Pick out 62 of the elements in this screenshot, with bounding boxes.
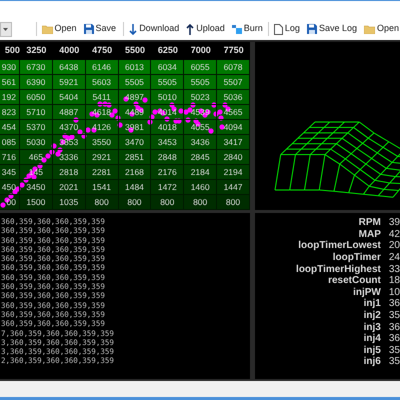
toolbar-button[interactable]: Open bbox=[40, 22, 78, 36]
toolbar-button[interactable]: Save Log bbox=[306, 22, 358, 36]
toolbar-button[interactable]: Burn bbox=[230, 22, 264, 36]
dropdown[interactable] bbox=[0, 22, 12, 36]
caret-icon bbox=[3, 28, 8, 30]
table-cell: 1035 bbox=[52, 195, 86, 210]
table-cell: 800 bbox=[118, 195, 152, 210]
toolbar-button[interactable]: Upload bbox=[185, 22, 226, 36]
reading-label: loopTimerHighest bbox=[295, 262, 382, 276]
reading-value: 35 bbox=[388, 355, 400, 370]
reading-value: 36 bbox=[388, 332, 400, 346]
reading-label: injPW bbox=[352, 286, 382, 298]
column-header: 7750 bbox=[222, 44, 245, 58]
reading-label: inj6 bbox=[362, 356, 382, 370]
reading-label: RPM bbox=[358, 216, 382, 230]
table-cell: 800 bbox=[86, 195, 119, 210]
down-arrow-icon bbox=[129, 24, 138, 34]
toolbar-button[interactable]: Open bbox=[362, 22, 400, 36]
reading-value: 36 bbox=[388, 320, 400, 334]
reading-value: 35 bbox=[388, 309, 400, 323]
up-arrow-icon bbox=[186, 24, 194, 34]
data-point bbox=[219, 124, 225, 130]
data-point bbox=[123, 96, 129, 102]
reading-value: 42 bbox=[388, 228, 400, 241]
data-point bbox=[185, 117, 191, 123]
reading-label: loopTimer bbox=[332, 251, 382, 264]
data-point bbox=[208, 128, 214, 134]
reading-label: inj4 bbox=[362, 332, 382, 346]
reading-label: resetCount bbox=[327, 274, 382, 288]
column-header: 7000 bbox=[190, 44, 212, 58]
column-header: 4750 bbox=[91, 44, 114, 58]
folder-icon bbox=[364, 24, 375, 34]
data-point bbox=[142, 97, 148, 103]
reading-label: inj5 bbox=[362, 344, 382, 356]
reading-value: 39 bbox=[388, 216, 400, 230]
reading-label: inj1 bbox=[362, 298, 382, 310]
reading-value: 36 bbox=[388, 297, 400, 311]
column-header: 6250 bbox=[156, 44, 179, 58]
reading-value: 10 bbox=[388, 286, 400, 299]
reading-value: 20 bbox=[388, 239, 400, 253]
column-header: 500 bbox=[4, 44, 20, 58]
toolbar-button[interactable]: Save bbox=[82, 22, 118, 36]
table-cell: 800 bbox=[184, 195, 218, 210]
column-header: 5500 bbox=[124, 44, 146, 58]
reading-label: loopTimerLowest bbox=[297, 239, 382, 252]
reading-value: 33 bbox=[388, 262, 400, 276]
toolbar-button[interactable]: Log bbox=[272, 22, 301, 36]
table-cell: 800 bbox=[217, 195, 250, 210]
column-header: 4000 bbox=[58, 44, 80, 58]
reading-value: 35 bbox=[388, 344, 400, 357]
table-cell: 1500 bbox=[20, 195, 53, 210]
reading-label: inj2 bbox=[362, 309, 382, 322]
folder-icon bbox=[42, 24, 52, 34]
reading-value: 18 bbox=[388, 274, 400, 288]
reading-label: inj3 bbox=[362, 320, 382, 334]
column-header: 3250 bbox=[25, 44, 48, 58]
table-cell: 800 bbox=[151, 195, 184, 210]
data-point bbox=[73, 117, 79, 123]
toolbar-button[interactable]: Download bbox=[128, 22, 180, 36]
document-icon bbox=[274, 24, 283, 34]
reading-value: 24 bbox=[388, 251, 400, 265]
reading-label: MAP bbox=[358, 228, 382, 240]
